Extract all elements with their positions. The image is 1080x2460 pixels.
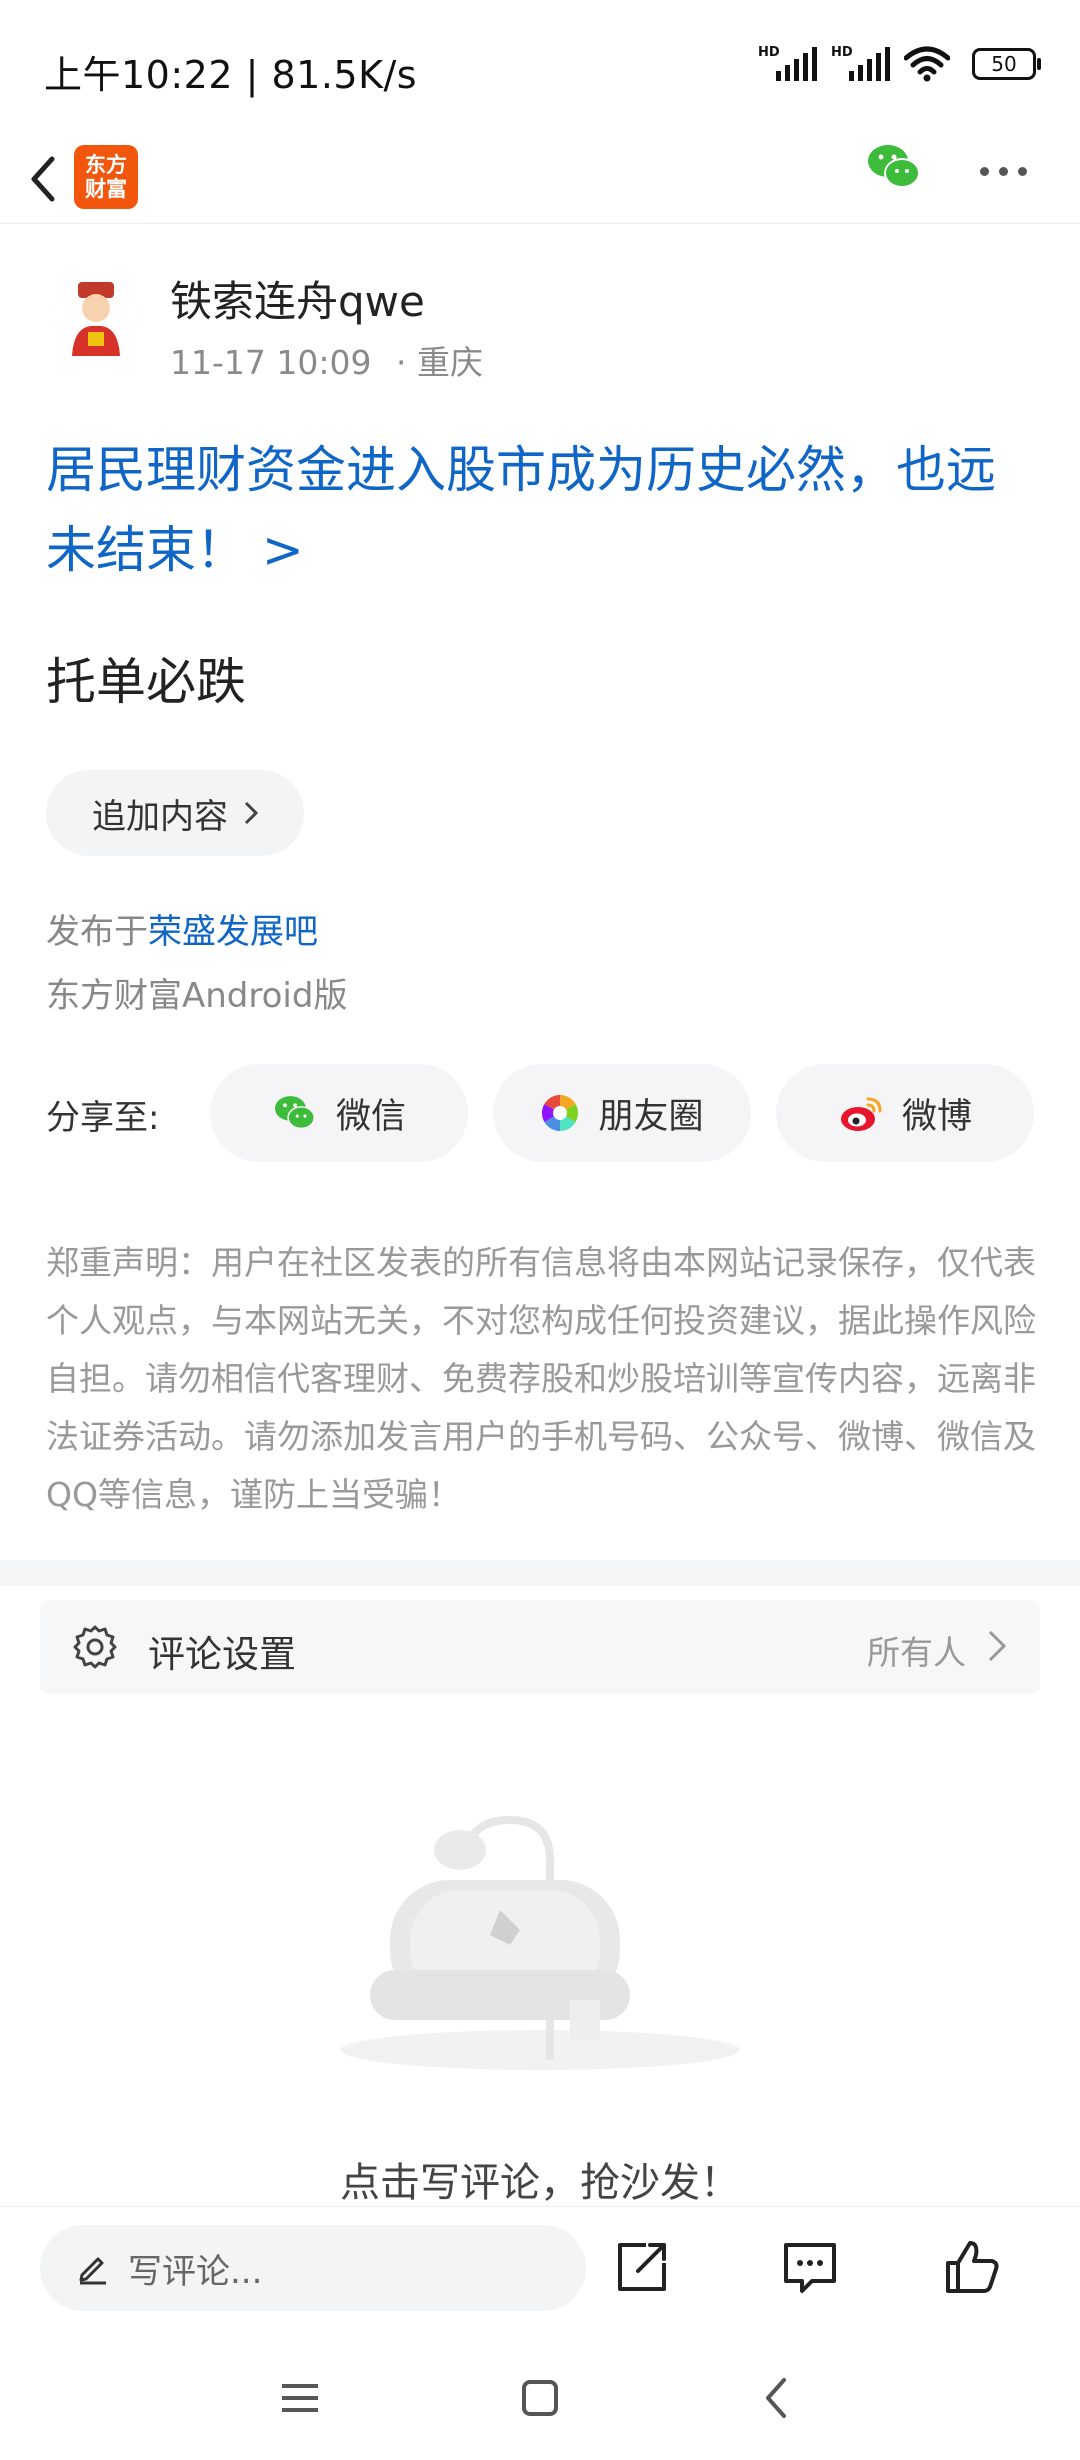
share-weibo-button[interactable]: 微博 [776, 1064, 1034, 1162]
write-comment-placeholder: 写评论... [128, 2251, 263, 2292]
top-header: 东方 财富 [0, 135, 1080, 224]
pencil-icon [79, 2257, 106, 2285]
append-content-label: 追加内容 [92, 796, 228, 837]
signal-icon: HD [831, 45, 890, 81]
battery-icon: 50 [972, 48, 1041, 80]
chevron-left-icon[interactable] [20, 149, 70, 209]
moments-icon [542, 1095, 579, 1131]
status-time: 上午10:22 | 81.5K/s [44, 53, 418, 97]
more-icon[interactable] [980, 161, 1040, 181]
signal-icon: HD [758, 45, 817, 81]
gear-icon [73, 1625, 117, 1669]
wechat-icon [274, 1096, 315, 1130]
forum-link[interactable]: 荣盛发展吧 [148, 912, 318, 952]
post-body: 托单必跌 [46, 653, 246, 711]
comment-settings-label: 评论设置 [148, 1633, 296, 1676]
comment-icon[interactable] [778, 2235, 842, 2299]
battery-level: 50 [991, 52, 1017, 76]
comment-settings-value: 所有人 [867, 1633, 966, 1672]
bottom-action-bar: 写评论... [0, 2206, 1080, 2339]
wifi-icon [904, 46, 950, 82]
client-info: 东方财富Android版 [46, 976, 348, 1016]
author-meta: 11-17 10:09 · 重庆 [170, 336, 483, 384]
section-divider [0, 1560, 1080, 1586]
status-bar: 上午10:22 | 81.5K/s HD HD 50 [0, 0, 1080, 135]
post-time: 11-17 10:09 [170, 343, 372, 382]
system-nav-bar [0, 2338, 1080, 2460]
avatar[interactable] [48, 268, 144, 364]
status-icons: HD HD 50 [758, 45, 1041, 82]
god-of-wealth-avatar-icon [48, 268, 144, 364]
share-moments-label: 朋友圈 [598, 1096, 704, 1137]
wechat-icon[interactable] [866, 141, 922, 193]
share-wechat-label: 微信 [335, 1096, 406, 1137]
share-icon[interactable] [610, 2235, 674, 2299]
app-logo-line1: 东方 [85, 153, 127, 177]
append-content-button[interactable]: 追加内容 [46, 770, 304, 856]
hd-label: HD [758, 45, 780, 60]
chevron-right-icon [244, 801, 258, 825]
post-title-link[interactable]: 居民理财资金进入股市成为历史必然，也远未结束！ > [46, 430, 1036, 590]
share-moments-button[interactable]: 朋友圈 [493, 1064, 751, 1162]
empty-comment-text[interactable]: 点击写评论，抢沙发！ [0, 2150, 1080, 2208]
disclaimer: 郑重声明：用户在社区发表的所有信息将由本网站记录保存，仅代表个人观点，与本网站无… [46, 1243, 1036, 1514]
post-location: · 重庆 [395, 343, 483, 382]
thumbs-up-icon[interactable] [940, 2235, 1004, 2299]
chevron-right-icon [988, 1630, 1007, 1662]
hd-label: HD [831, 45, 853, 60]
published-in: 发布于荣盛发展吧 [46, 904, 318, 953]
published-prefix: 发布于 [46, 912, 148, 952]
comment-settings-row[interactable]: 评论设置 所有人 [40, 1600, 1040, 1694]
app-logo[interactable]: 东方 财富 [74, 145, 138, 209]
home-icon[interactable] [510, 2368, 570, 2428]
menu-icon[interactable] [270, 2368, 330, 2428]
weibo-icon [840, 1097, 882, 1131]
write-comment-input[interactable]: 写评论... [40, 2225, 586, 2311]
app-logo-line2: 财富 [85, 177, 127, 201]
share-label: 分享至: [46, 1098, 160, 1138]
author-name[interactable]: 铁索连舟qwe [170, 268, 425, 329]
share-wechat-button[interactable]: 微信 [210, 1064, 468, 1162]
back-icon[interactable] [748, 2368, 808, 2428]
share-weibo-label: 微博 [901, 1096, 972, 1137]
sofa-illustration-icon [340, 1815, 740, 2070]
